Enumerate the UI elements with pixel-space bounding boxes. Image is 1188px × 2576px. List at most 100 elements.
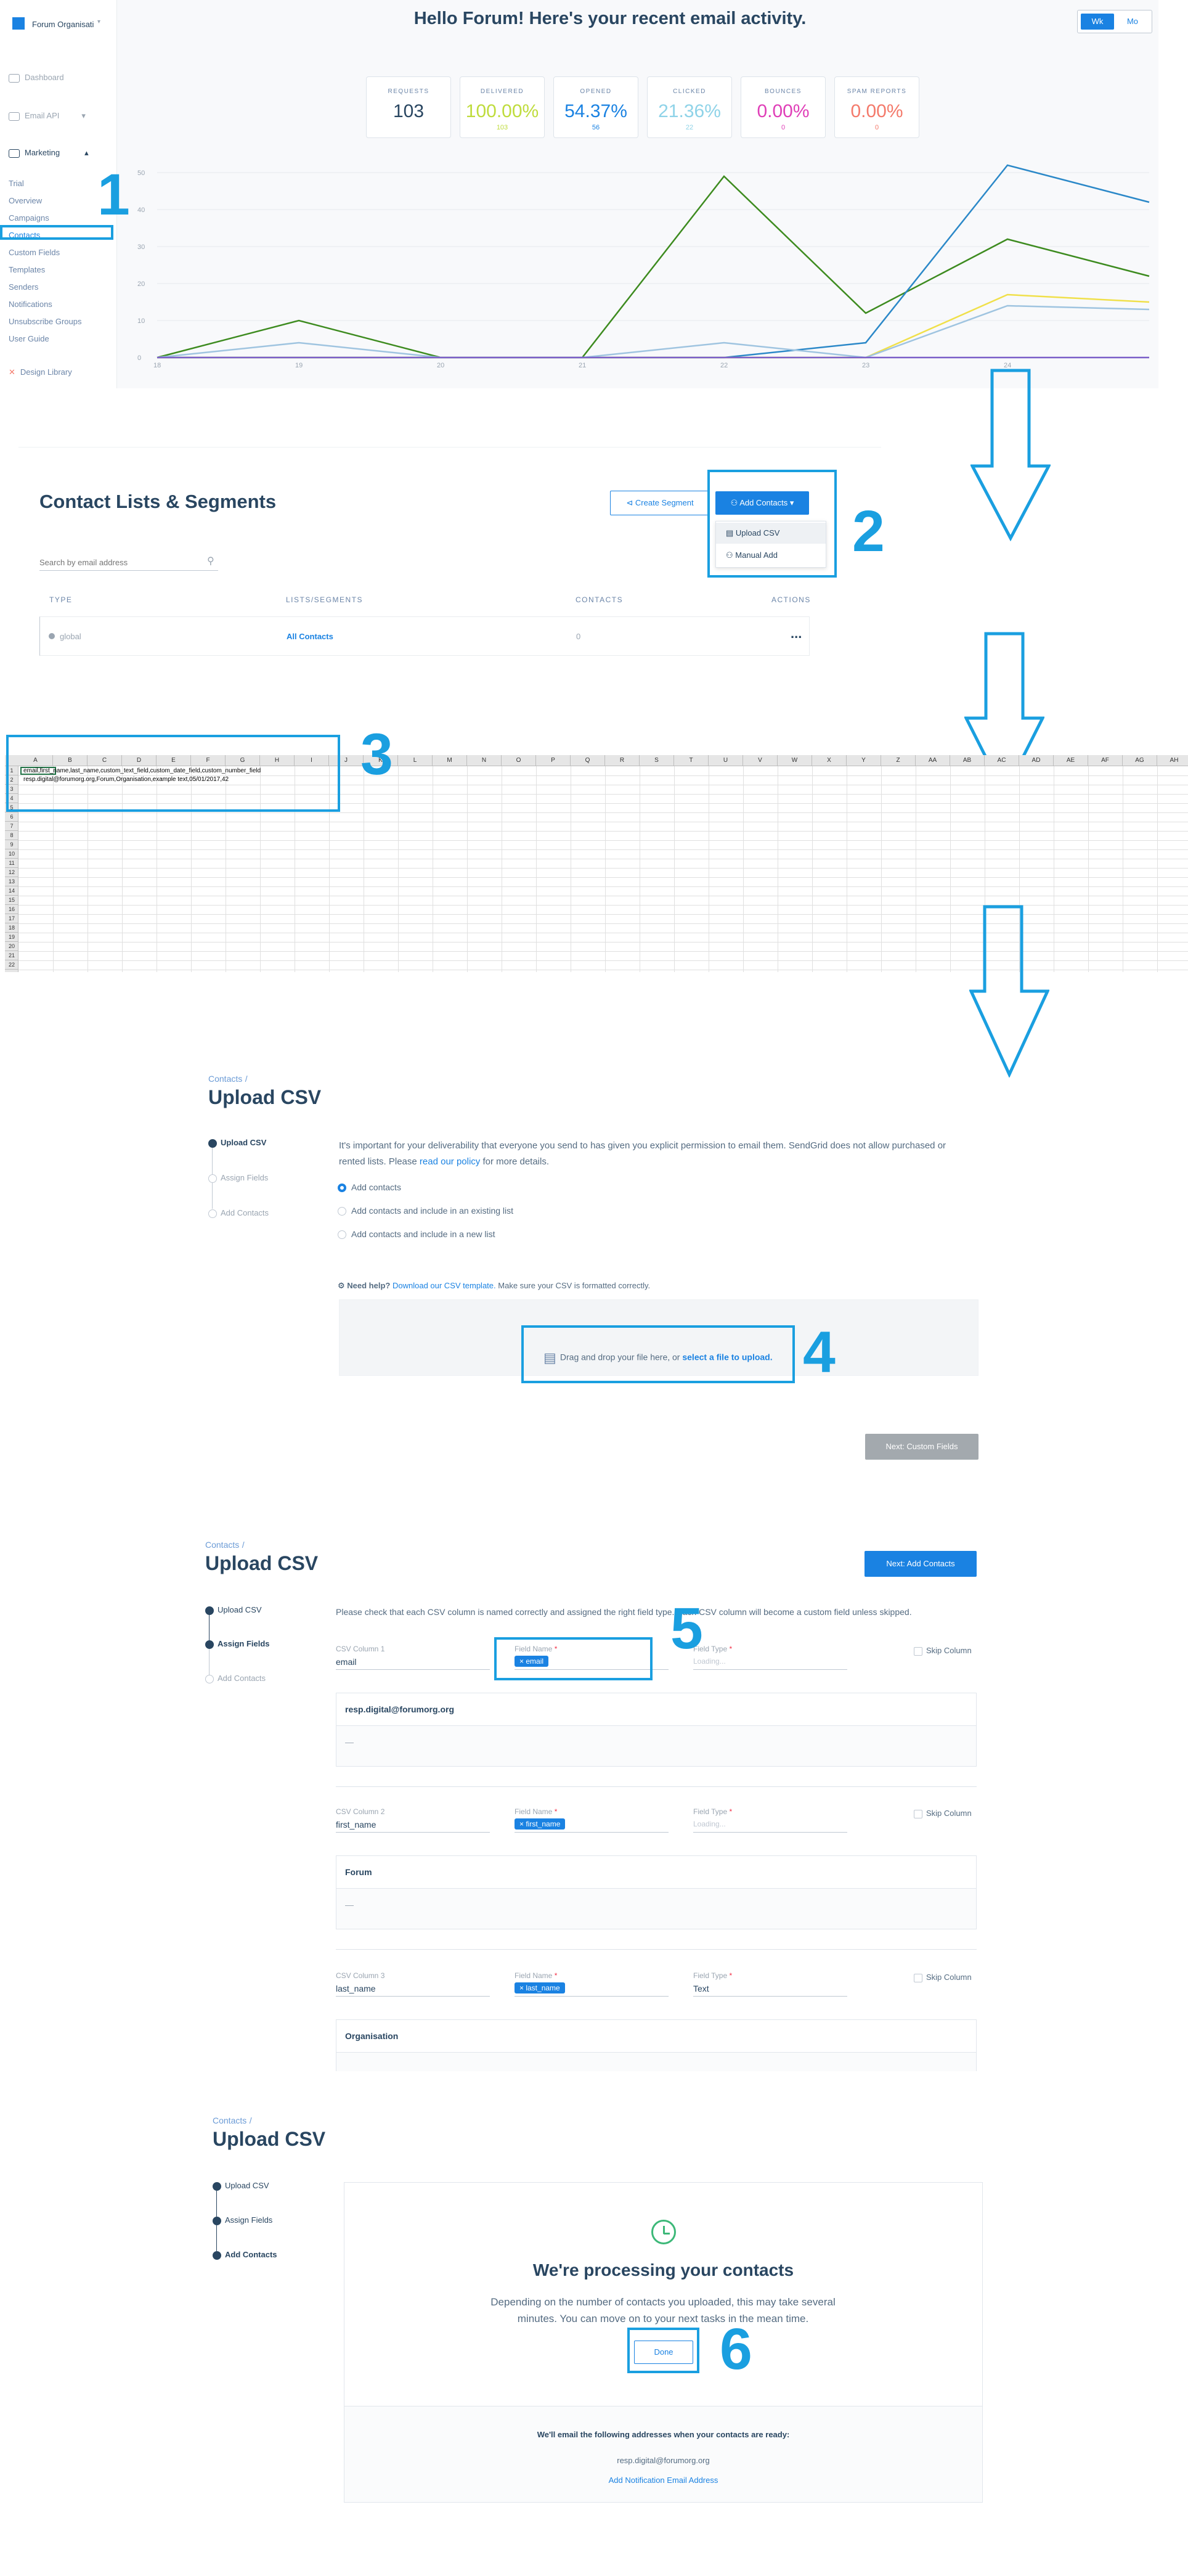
step-connector <box>212 1148 213 1175</box>
month-toggle-button[interactable]: Mo <box>1116 14 1149 30</box>
csv-column-input[interactable]: last_name <box>336 1984 376 1993</box>
column-header[interactable]: N <box>467 755 502 766</box>
radio-new-list[interactable]: Add contacts and include in a new list <box>338 1229 495 1240</box>
create-segment-button[interactable]: ⊲ Create Segment <box>610 491 710 515</box>
row-header[interactable]: 17 <box>5 914 18 923</box>
series-line <box>157 305 1150 359</box>
row-header[interactable]: 19 <box>5 933 18 942</box>
csv-column-input[interactable]: first_name <box>336 1820 376 1830</box>
radio-add-contacts[interactable]: Add contacts <box>338 1182 401 1193</box>
sidebar-item-templates[interactable]: Templates <box>9 265 45 274</box>
row-header[interactable]: 8 <box>5 831 18 840</box>
column-header[interactable]: Y <box>847 755 881 766</box>
assign-fields-notice: Please check that each CSV column is nam… <box>336 1607 912 1617</box>
row-header[interactable]: 10 <box>5 849 18 859</box>
sidebar-item-marketing[interactable]: Marketing ▴ <box>9 148 89 158</box>
column-header[interactable]: X <box>812 755 847 766</box>
row-header[interactable]: 13 <box>5 877 18 886</box>
column-header[interactable]: T <box>674 755 709 766</box>
column-header[interactable]: AC <box>985 755 1019 766</box>
remove-icon[interactable]: × <box>519 1820 526 1828</box>
field-chip[interactable]: × last_name <box>515 1982 565 1993</box>
next-add-contacts-button[interactable]: Next: Add Contacts <box>865 1551 977 1577</box>
table-row[interactable]: global All Contacts 0 ... <box>39 616 810 656</box>
csv-column-label: CSV Column 2 <box>336 1807 385 1816</box>
column-header[interactable]: O <box>502 755 536 766</box>
radio-existing-list[interactable]: Add contacts and include in an existing … <box>338 1206 513 1216</box>
field-chip[interactable]: × first_name <box>515 1818 566 1830</box>
column-header[interactable]: AF <box>1088 755 1123 766</box>
step-dot-icon <box>213 2251 221 2260</box>
row-header[interactable]: 9 <box>5 840 18 849</box>
upload-page-title: Upload CSV <box>213 2128 326 2150</box>
skip-column-checkbox[interactable]: Skip Column <box>914 1809 972 1818</box>
field-type-select[interactable]: Loading... <box>693 1820 726 1828</box>
column-header[interactable]: AA <box>916 755 950 766</box>
row-header[interactable]: 20 <box>5 942 18 951</box>
column-header[interactable]: P <box>536 755 571 766</box>
column-header[interactable]: Q <box>571 755 605 766</box>
sidebar-item-user-guide[interactable]: User Guide <box>9 334 49 343</box>
chevron-down-icon[interactable]: ▾ <box>97 18 100 25</box>
skip-column-checkbox[interactable]: Skip Column <box>914 1646 972 1656</box>
column-header[interactable]: L <box>398 755 433 766</box>
breadcrumb-contacts-link[interactable]: Contacts <box>208 1074 242 1084</box>
row-header[interactable]: 22 <box>5 960 18 970</box>
next-custom-fields-button[interactable]: Next: Custom Fields <box>865 1434 978 1460</box>
field-name-select[interactable]: × last_name <box>515 1982 565 1993</box>
sidebar-item-unsubscribe-groups[interactable]: Unsubscribe Groups <box>9 317 82 326</box>
breadcrumb-contacts-link[interactable]: Contacts <box>213 2116 246 2125</box>
step-upload-csv: Upload CSV <box>213 2181 269 2191</box>
series-line <box>157 293 1150 359</box>
sidebar-item-notifications[interactable]: Notifications <box>9 300 52 309</box>
field-type-select[interactable]: Text <box>693 1984 709 1993</box>
sidebar-item-custom-fields[interactable]: Custom Fields <box>9 248 60 257</box>
sidebar-item-trial[interactable]: Trial <box>9 179 24 188</box>
remove-icon[interactable]: × <box>519 1984 526 1992</box>
row-actions-button[interactable]: ... <box>791 626 802 642</box>
sidebar-item-senders[interactable]: Senders <box>9 282 38 292</box>
skip-column-checkbox[interactable]: Skip Column <box>914 1973 972 1982</box>
row-header[interactable]: 21 <box>5 951 18 960</box>
activity-line-chart: 0102030405018 19 20 21 22 23 24 <box>137 164 1150 369</box>
sidebar-item-dashboard[interactable]: Dashboard <box>9 73 64 83</box>
sidebar-item-design-library[interactable]: ✕ Design Library <box>9 367 72 377</box>
column-header[interactable]: R <box>605 755 640 766</box>
column-header[interactable]: AD <box>1019 755 1054 766</box>
column-header[interactable]: AH <box>1157 755 1188 766</box>
search-input[interactable] <box>39 555 200 570</box>
notification-title: We'll email the following addresses when… <box>537 2430 790 2439</box>
column-header[interactable]: M <box>433 755 467 766</box>
row-header[interactable]: 18 <box>5 923 18 933</box>
column-header[interactable]: U <box>709 755 743 766</box>
column-preview: Forum — <box>336 1855 977 1929</box>
policy-link[interactable]: read our policy <box>420 1156 480 1167</box>
column-header[interactable]: AE <box>1054 755 1088 766</box>
all-contacts-link[interactable]: All Contacts <box>287 632 333 641</box>
row-header[interactable]: 16 <box>5 905 18 914</box>
column-header[interactable]: S <box>640 755 674 766</box>
row-header[interactable]: 11 <box>5 859 18 868</box>
account-name[interactable]: Forum Organisati <box>32 20 94 29</box>
breadcrumb-contacts-link[interactable]: Contacts <box>205 1540 239 1550</box>
csv-column-input[interactable]: email <box>336 1657 356 1667</box>
check-icon <box>213 2181 221 2191</box>
row-header[interactable]: 7 <box>5 822 18 831</box>
csv-template-link[interactable]: Download our CSV template. <box>393 1281 496 1290</box>
row-header[interactable]: 12 <box>5 868 18 877</box>
column-header[interactable]: V <box>743 755 778 766</box>
column-header[interactable]: AG <box>1123 755 1157 766</box>
stat-card-delivered: DELIVERED 100.00% 103 <box>460 76 545 138</box>
sidebar-item-email-api[interactable]: Email API ▾ <box>9 111 86 121</box>
column-header[interactable]: W <box>778 755 812 766</box>
sidebar-item-campaigns[interactable]: Campaigns <box>9 213 49 223</box>
field-name-select[interactable]: × first_name <box>515 1818 566 1830</box>
column-header[interactable]: Z <box>881 755 916 766</box>
row-header[interactable]: 6 <box>5 812 18 822</box>
column-header[interactable]: AB <box>950 755 985 766</box>
week-toggle-button[interactable]: Wk <box>1081 14 1114 30</box>
row-header[interactable]: 15 <box>5 896 18 905</box>
add-notification-email-link[interactable]: Add Notification Email Address <box>344 2476 982 2485</box>
row-header[interactable]: 14 <box>5 886 18 896</box>
sidebar-item-overview[interactable]: Overview <box>9 196 42 205</box>
